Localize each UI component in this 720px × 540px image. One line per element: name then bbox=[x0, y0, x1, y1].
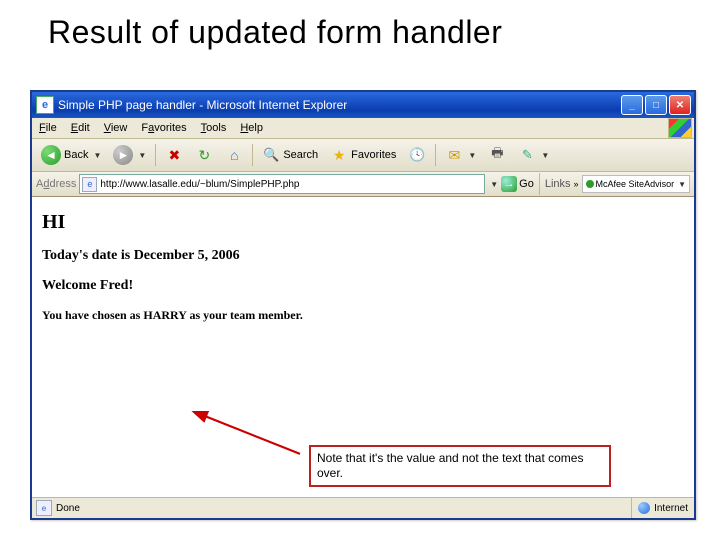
go-label: Go bbox=[519, 178, 534, 190]
annotation-text: Note that it's the value and not the tex… bbox=[317, 451, 583, 480]
back-icon: ◄ bbox=[41, 145, 61, 165]
url-text: http://www.lasalle.edu/~blum/SimplePHP.p… bbox=[100, 179, 299, 190]
search-label: Search bbox=[283, 149, 318, 161]
toolbar: ◄ Back ▼ ► ▼ ✖ ↻ ⌂ 🔍 Search ★ Favorites … bbox=[32, 139, 694, 172]
address-bar: Address e http://www.lasalle.edu/~blum/S… bbox=[32, 172, 694, 197]
chevron-down-icon: ▼ bbox=[678, 180, 686, 189]
edit-button[interactable]: ✎▼ bbox=[513, 143, 554, 167]
chevron-down-icon[interactable]: ▼ bbox=[490, 180, 498, 189]
links-label[interactable]: Links bbox=[545, 178, 571, 190]
favorites-label: Favorites bbox=[351, 149, 396, 161]
status-bar: e Done Internet bbox=[32, 497, 694, 518]
status-zone: Internet bbox=[631, 498, 694, 518]
star-icon: ★ bbox=[330, 146, 348, 164]
mail-button[interactable]: ✉▼ bbox=[440, 143, 481, 167]
back-button[interactable]: ◄ Back ▼ bbox=[36, 142, 106, 168]
forward-button[interactable]: ► ▼ bbox=[108, 142, 151, 168]
chevron-down-icon: ▼ bbox=[468, 151, 476, 160]
stop-button[interactable]: ✖ bbox=[160, 143, 188, 167]
window-title: Simple PHP page handler - Microsoft Inte… bbox=[58, 98, 621, 112]
status-dot-icon bbox=[586, 180, 594, 188]
chevron-down-icon: ▼ bbox=[541, 151, 549, 160]
minimize-button[interactable]: _ bbox=[621, 95, 643, 115]
menubar: File Edit View Favorites Tools Help bbox=[32, 118, 694, 139]
refresh-button[interactable]: ↻ bbox=[190, 143, 218, 167]
browser-window: e Simple PHP page handler - Microsoft In… bbox=[30, 90, 696, 520]
annotation-callout: Note that it's the value and not the tex… bbox=[309, 445, 611, 487]
search-button[interactable]: 🔍 Search bbox=[257, 143, 323, 167]
forward-icon: ► bbox=[113, 145, 133, 165]
welcome-line: Welcome Fred! bbox=[42, 278, 684, 294]
titlebar[interactable]: e Simple PHP page handler - Microsoft In… bbox=[32, 92, 694, 118]
page-icon: e bbox=[82, 177, 97, 192]
maximize-button[interactable]: □ bbox=[645, 95, 667, 115]
menu-tools[interactable]: Tools bbox=[194, 122, 234, 134]
globe-icon bbox=[638, 502, 650, 514]
chevron-right-icon: » bbox=[574, 179, 579, 189]
history-icon: 🕓 bbox=[408, 146, 426, 164]
chevron-down-icon: ▼ bbox=[93, 151, 101, 160]
print-button[interactable]: 🖶 bbox=[483, 143, 511, 167]
close-button[interactable]: ✕ bbox=[669, 95, 691, 115]
page-content: HI Today's date is December 5, 2006 Welc… bbox=[32, 197, 694, 509]
windows-logo-icon bbox=[668, 118, 692, 138]
refresh-icon: ↻ bbox=[195, 146, 213, 164]
page-icon: e bbox=[36, 500, 52, 516]
go-button[interactable]: → Go bbox=[501, 176, 534, 192]
history-button[interactable]: 🕓 bbox=[403, 143, 431, 167]
chevron-down-icon: ▼ bbox=[138, 151, 146, 160]
heading-hi: HI bbox=[42, 211, 684, 234]
mail-icon: ✉ bbox=[445, 146, 463, 164]
menu-file[interactable]: File bbox=[32, 122, 64, 134]
menu-edit[interactable]: Edit bbox=[64, 122, 97, 134]
address-label: Address bbox=[36, 178, 76, 190]
page-icon: e bbox=[36, 96, 54, 114]
back-label: Back bbox=[64, 149, 88, 161]
menu-favorites[interactable]: Favorites bbox=[134, 122, 193, 134]
status-text: Done bbox=[56, 503, 80, 514]
menu-view[interactable]: View bbox=[97, 122, 135, 134]
home-icon: ⌂ bbox=[225, 146, 243, 164]
menu-help[interactable]: Help bbox=[233, 122, 270, 134]
stop-icon: ✖ bbox=[165, 146, 183, 164]
team-line: You have chosen as HARRY as your team me… bbox=[42, 308, 684, 323]
date-line: Today's date is December 5, 2006 bbox=[42, 248, 684, 264]
favorites-button[interactable]: ★ Favorites bbox=[325, 143, 401, 167]
siteadvisor-label: McAfee SiteAdvisor bbox=[596, 179, 675, 189]
go-icon: → bbox=[501, 176, 517, 192]
print-icon: 🖶 bbox=[488, 146, 506, 164]
search-icon: 🔍 bbox=[262, 146, 280, 164]
slide-title: Result of updated form handler bbox=[0, 0, 720, 57]
zone-label: Internet bbox=[654, 503, 688, 514]
siteadvisor-button[interactable]: McAfee SiteAdvisor ▼ bbox=[582, 175, 690, 193]
annotation-arrow bbox=[180, 411, 320, 461]
address-input[interactable]: e http://www.lasalle.edu/~blum/SimplePHP… bbox=[79, 174, 485, 194]
home-button[interactable]: ⌂ bbox=[220, 143, 248, 167]
edit-icon: ✎ bbox=[518, 146, 536, 164]
